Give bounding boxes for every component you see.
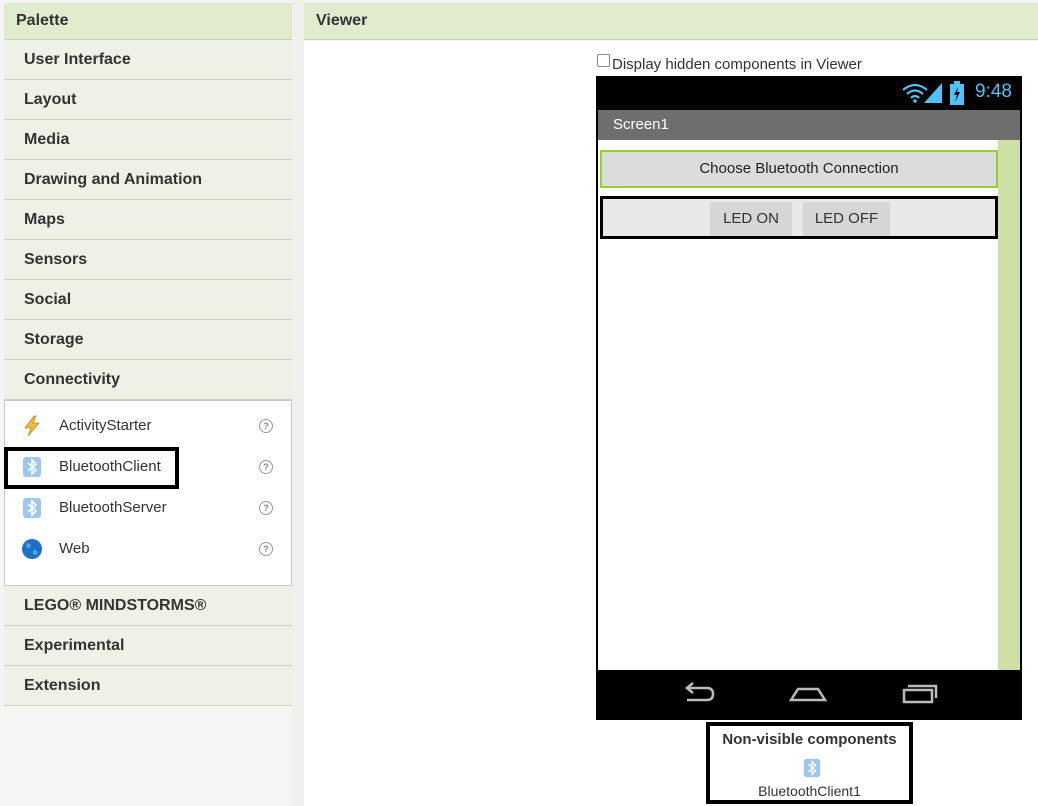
- status-time: 9:48: [975, 81, 1012, 102]
- panel-divider: [292, 0, 304, 806]
- home-icon[interactable]: [788, 678, 828, 708]
- battery-icon: [950, 81, 964, 105]
- palette-item-label: BluetoothServer: [59, 499, 167, 516]
- led-off-button[interactable]: LED OFF: [803, 202, 890, 236]
- category-media[interactable]: Media: [4, 120, 292, 160]
- palette-item-web[interactable]: Web ?: [5, 533, 291, 565]
- choose-bluetooth-button[interactable]: Choose Bluetooth Connection: [600, 150, 998, 188]
- palette-item-label: Web: [59, 540, 90, 557]
- non-visible-title: Non-visible components: [722, 731, 897, 748]
- category-lego-mindstorms[interactable]: LEGO® MINDSTORMS®: [4, 586, 292, 626]
- bluetooth-icon: [23, 498, 41, 518]
- help-icon[interactable]: ?: [259, 501, 273, 515]
- category-experimental[interactable]: Experimental: [4, 626, 292, 666]
- display-hidden-label: Display hidden components in Viewer: [612, 56, 862, 73]
- connectivity-component-list: ActivityStarter ? BluetoothClient ? Blue…: [4, 400, 292, 586]
- palette-title: Palette: [4, 3, 292, 40]
- status-bar: 9:48: [596, 76, 1022, 110]
- led-on-button[interactable]: LED ON: [710, 202, 792, 236]
- category-connectivity[interactable]: Connectivity: [4, 360, 292, 400]
- non-visible-component-label[interactable]: BluetoothClient1: [710, 783, 909, 799]
- phone-preview: 9:48 Screen1 Choose Bluetooth Connection…: [596, 76, 1022, 720]
- category-extension[interactable]: Extension: [4, 666, 292, 706]
- category-layout[interactable]: Layout: [4, 80, 292, 120]
- globe-icon: [22, 539, 42, 559]
- non-visible-components: Non-visible components BluetoothClient1: [706, 722, 913, 804]
- palette-item-bluetoothserver[interactable]: BluetoothServer ?: [5, 492, 291, 524]
- lightning-icon: [24, 415, 40, 437]
- highlight-box: [4, 447, 179, 489]
- signal-icon: [924, 83, 942, 103]
- viewer-title: Viewer: [304, 3, 1038, 40]
- recent-apps-icon[interactable]: [900, 678, 940, 708]
- help-icon[interactable]: ?: [259, 419, 273, 433]
- palette-panel: Palette User Interface Layout Media Draw…: [4, 3, 292, 706]
- help-icon[interactable]: ?: [259, 542, 273, 556]
- screen-title: Screen1: [598, 110, 1020, 140]
- bluetooth-icon[interactable]: [802, 758, 822, 778]
- navigation-bar: [596, 670, 1022, 720]
- category-social[interactable]: Social: [4, 280, 292, 320]
- category-maps[interactable]: Maps: [4, 200, 292, 240]
- category-storage[interactable]: Storage: [4, 320, 292, 360]
- screen-content: Choose Bluetooth Connection LED ON LED O…: [598, 140, 998, 670]
- horizontal-arrangement[interactable]: LED ON LED OFF: [600, 196, 998, 239]
- back-icon[interactable]: [679, 678, 719, 708]
- category-user-interface[interactable]: User Interface: [4, 40, 292, 80]
- help-icon[interactable]: ?: [259, 460, 273, 474]
- category-sensors[interactable]: Sensors: [4, 240, 292, 280]
- display-hidden-checkbox[interactable]: [597, 54, 610, 67]
- display-hidden-toggle[interactable]: Display hidden components in Viewer: [597, 54, 862, 73]
- palette-item-activitystarter[interactable]: ActivityStarter ?: [5, 410, 291, 442]
- palette-item-label: ActivityStarter: [59, 417, 152, 434]
- screen-scrollbar: [998, 140, 1020, 670]
- category-drawing-and-animation[interactable]: Drawing and Animation: [4, 160, 292, 200]
